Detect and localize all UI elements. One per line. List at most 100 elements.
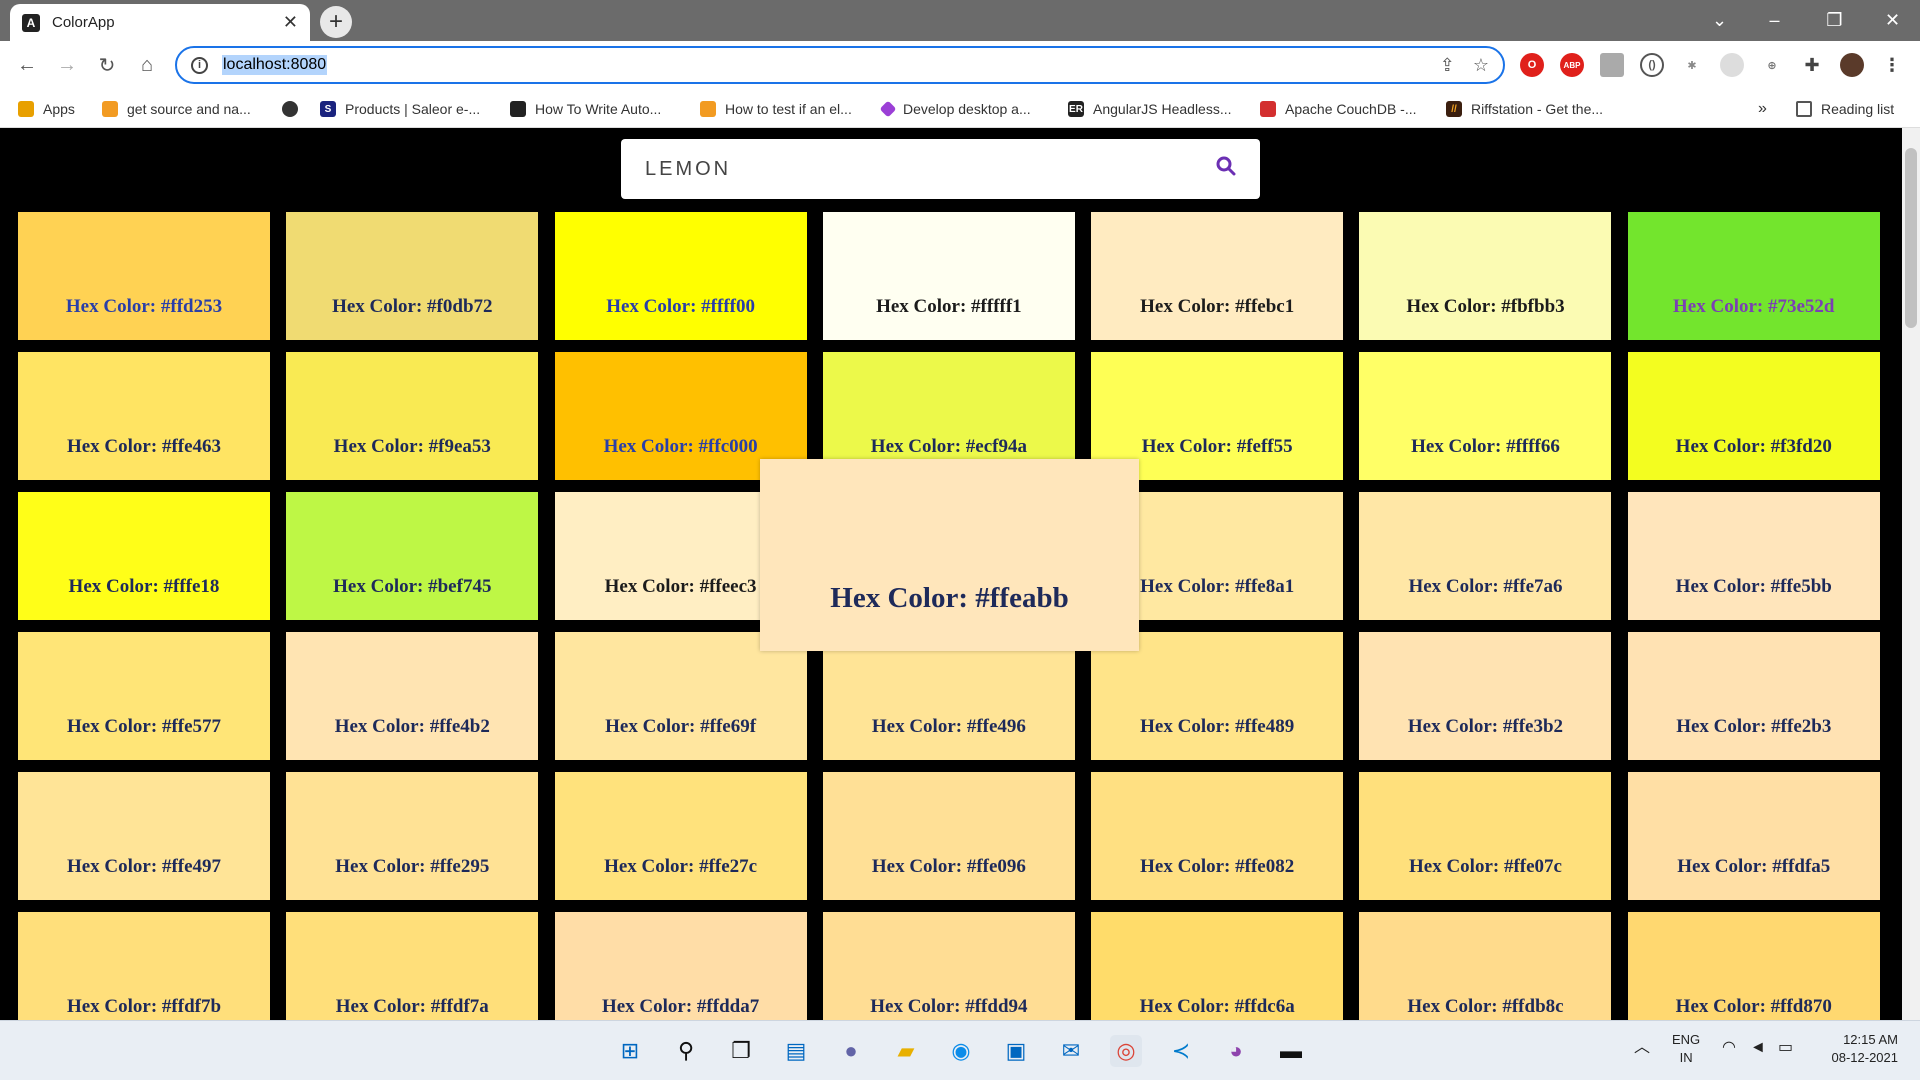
- vscode-icon[interactable]: ≺: [1165, 1035, 1197, 1067]
- bookmark-item[interactable]: How To Write Auto...: [510, 98, 661, 120]
- bookmark-item[interactable]: // Riffstation - Get the...: [1446, 98, 1603, 120]
- widgets-icon[interactable]: ▤: [780, 1035, 812, 1067]
- extension-icon[interactable]: [1600, 53, 1624, 77]
- microsoft-store-icon[interactable]: ▣: [1000, 1035, 1032, 1067]
- new-tab-button[interactable]: +: [320, 6, 352, 38]
- color-tile[interactable]: Hex Color: #ffe496: [822, 632, 1075, 760]
- color-tile[interactable]: Hex Color: #fffff1: [822, 212, 1075, 340]
- bookmark-item[interactable]: Develop desktop a...: [879, 98, 1031, 120]
- search-icon[interactable]: [1216, 156, 1236, 182]
- opera-extension-icon[interactable]: O: [1520, 53, 1544, 77]
- color-tile[interactable]: Hex Color: #ffe497: [18, 772, 270, 900]
- chrome-icon[interactable]: ◎: [1110, 1035, 1142, 1067]
- adblock-extension-icon[interactable]: ABP: [1560, 53, 1584, 77]
- mail-icon[interactable]: ✉: [1055, 1035, 1087, 1067]
- menu-kebab-icon[interactable]: ⋮: [1880, 53, 1904, 77]
- wifi-icon[interactable]: ◠: [1722, 1039, 1736, 1057]
- volume-icon[interactable]: ◄: [1750, 1039, 1766, 1057]
- extension-icon[interactable]: ⊕: [1760, 53, 1784, 77]
- close-tab-icon[interactable]: ✕: [283, 12, 298, 33]
- clock[interactable]: 12:15 AM 08-12-2021: [1822, 1031, 1899, 1067]
- bookmark-label: Products | Saleor e-...: [345, 101, 481, 117]
- extension-icon[interactable]: ✱: [1680, 53, 1704, 77]
- github-desktop-icon[interactable]: ◕: [1220, 1035, 1252, 1067]
- home-icon[interactable]: ⌂: [132, 50, 162, 80]
- color-tile[interactable]: Hex Color: #ffff00: [554, 212, 807, 340]
- color-tile[interactable]: Hex Color: #ffdf7a: [286, 912, 539, 1020]
- color-tile[interactable]: Hex Color: #ffe096: [822, 772, 1075, 900]
- forward-arrow-icon[interactable]: →: [52, 50, 82, 80]
- color-tile[interactable]: Hex Color: #fbfbb3: [1359, 212, 1612, 340]
- terminal-icon[interactable]: ▬: [1275, 1035, 1307, 1067]
- color-tile[interactable]: Hex Color: #ffdf7b: [18, 912, 270, 1020]
- task-view-icon[interactable]: ❐: [725, 1035, 757, 1067]
- windows-start-icon[interactable]: ⊞: [614, 1035, 646, 1067]
- color-tile[interactable]: Hex Color: #fffe18: [18, 492, 270, 620]
- bookmark-item[interactable]: How to test if an el...: [700, 98, 852, 120]
- address-bar[interactable]: i localhost:8080 ⇪ ☆: [175, 46, 1505, 84]
- extension-icon[interactable]: (): [1640, 53, 1664, 77]
- reading-list-button[interactable]: Reading list: [1796, 98, 1894, 120]
- language-indicator[interactable]: ENG IN: [1672, 1031, 1700, 1067]
- extension-icon[interactable]: [1720, 53, 1744, 77]
- color-tile[interactable]: Hex Color: #ffe082: [1091, 772, 1344, 900]
- page-scrollbar[interactable]: [1902, 128, 1920, 1020]
- file-explorer-icon[interactable]: ▰: [890, 1035, 922, 1067]
- color-tile[interactable]: Hex Color: #ffdd94: [822, 912, 1075, 1020]
- color-tile[interactable]: Hex Color: #ffe2b3: [1627, 632, 1880, 760]
- bookmark-item[interactable]: S Products | Saleor e-...: [320, 98, 480, 120]
- color-tile[interactable]: Hex Color: #ffe7a6: [1359, 492, 1612, 620]
- teams-chat-icon[interactable]: ●: [835, 1035, 867, 1067]
- color-tile[interactable]: Hex Color: #ffe07c: [1359, 772, 1612, 900]
- more-bookmarks-button[interactable]: »: [1758, 98, 1767, 120]
- browser-tab[interactable]: A ColorApp ✕: [10, 4, 310, 41]
- edge-browser-icon[interactable]: ◉: [945, 1035, 977, 1067]
- back-arrow-icon[interactable]: ←: [12, 50, 42, 80]
- color-tile[interactable]: Hex Color: #ffe69f: [554, 632, 807, 760]
- site-info-icon[interactable]: i: [191, 56, 208, 74]
- color-tile[interactable]: Hex Color: #ffff66: [1359, 352, 1612, 480]
- bookmark-item[interactable]: Apps: [18, 98, 75, 120]
- color-tile[interactable]: Hex Color: #ffe489: [1091, 632, 1344, 760]
- color-tile[interactable]: Hex Color: #ffe577: [18, 632, 270, 760]
- color-tile[interactable]: Hex Color: #ffe295: [286, 772, 539, 900]
- color-tile[interactable]: Hex Color: #ffdc6a: [1091, 912, 1344, 1020]
- bookmark-label: Riffstation - Get the...: [1471, 101, 1604, 117]
- color-tile[interactable]: Hex Color: #ffe5bb: [1627, 492, 1880, 620]
- color-tile[interactable]: Hex Color: #ffdda7: [554, 912, 807, 1020]
- bookmark-item[interactable]: ER AngularJS Headless...: [1068, 98, 1232, 120]
- color-tile-label: Hex Color: #ffe8a1: [1140, 576, 1295, 597]
- restore-window-button[interactable]: ❐: [1807, 0, 1862, 41]
- reload-icon[interactable]: ↻: [92, 50, 122, 80]
- bookmark-item[interactable]: [282, 98, 307, 120]
- search-input[interactable]: [645, 157, 1216, 181]
- battery-icon[interactable]: ▭: [1778, 1039, 1793, 1057]
- color-tile[interactable]: Hex Color: #ffe3b2: [1359, 632, 1612, 760]
- color-tile[interactable]: Hex Color: #bef745: [286, 492, 539, 620]
- close-window-button[interactable]: ✕: [1865, 0, 1920, 41]
- color-tile[interactable]: Hex Color: #ffd870: [1627, 912, 1880, 1020]
- color-tile[interactable]: Hex Color: #ffdfa5: [1627, 772, 1880, 900]
- minimize-window-button[interactable]: –: [1747, 0, 1802, 41]
- share-icon[interactable]: ⇪: [1440, 55, 1455, 76]
- color-tile[interactable]: Hex Color: #f9ea53: [286, 352, 539, 480]
- color-tile[interactable]: Hex Color: #ffdb8c: [1359, 912, 1612, 1020]
- color-tile[interactable]: Hex Color: #ffe463: [18, 352, 270, 480]
- url-text[interactable]: localhost:8080: [222, 55, 328, 75]
- search-icon[interactable]: ⚲: [670, 1035, 702, 1067]
- tab-search-icon[interactable]: ⌄: [1692, 0, 1747, 41]
- color-tile[interactable]: Hex Color: #f3fd20: [1627, 352, 1880, 480]
- color-tile[interactable]: Hex Color: #ffebc1: [1091, 212, 1344, 340]
- profile-avatar[interactable]: [1840, 53, 1864, 77]
- show-hidden-icons-icon[interactable]: ︿: [1634, 1039, 1650, 1057]
- color-tile[interactable]: Hex Color: #ffe4b2: [286, 632, 539, 760]
- scrollbar-thumb[interactable]: [1905, 148, 1917, 328]
- color-tile[interactable]: Hex Color: #ffe27c: [554, 772, 807, 900]
- color-tile[interactable]: Hex Color: #ffd253: [18, 212, 270, 340]
- puzzle-extensions-icon[interactable]: ✚: [1800, 53, 1824, 77]
- color-tile[interactable]: Hex Color: #f0db72: [286, 212, 539, 340]
- bookmark-item[interactable]: Apache CouchDB -...: [1260, 98, 1417, 120]
- bookmark-item[interactable]: get source and na...: [102, 98, 251, 120]
- bookmark-star-icon[interactable]: ☆: [1473, 55, 1489, 76]
- color-tile[interactable]: Hex Color: #73e52d: [1627, 212, 1880, 340]
